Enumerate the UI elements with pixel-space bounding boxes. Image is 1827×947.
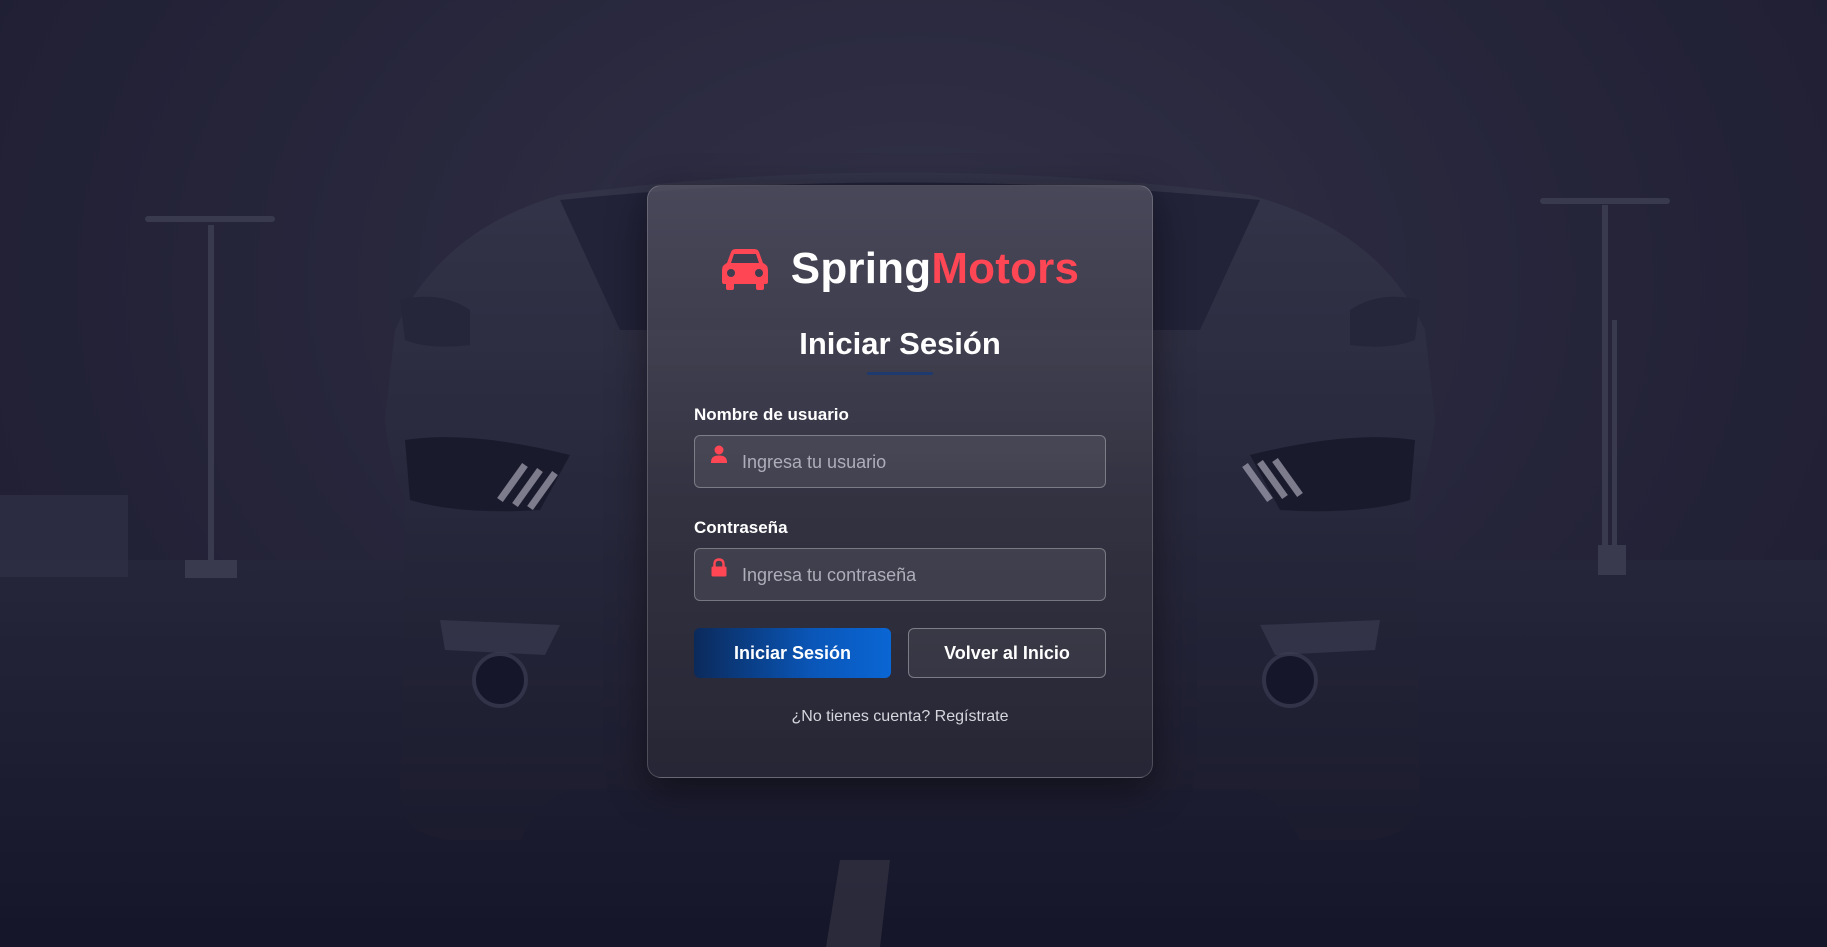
back-home-button[interactable]: Volver al Inicio (908, 628, 1106, 679)
form-actions: Iniciar Sesión Volver al Inicio (694, 628, 1106, 679)
car-icon (721, 249, 768, 290)
password-input[interactable] (740, 549, 1095, 603)
username-label: Nombre de usuario (694, 405, 849, 425)
page-title: Iniciar Sesión (799, 326, 1001, 361)
username-field (694, 435, 1106, 490)
login-page: SpringMotors Iniciar Sesión Nombre de us… (0, 0, 1827, 947)
register-link[interactable]: ¿No tienes cuenta? Regístrate (694, 708, 1106, 726)
login-card: SpringMotors Iniciar Sesión Nombre de us… (647, 185, 1153, 778)
lock-icon (711, 558, 727, 577)
login-button[interactable]: Iniciar Sesión (694, 628, 891, 679)
username-input[interactable] (740, 436, 1095, 490)
brand-logo: SpringMotors (694, 241, 1106, 297)
password-field (694, 548, 1106, 603)
password-label: Contraseña (694, 518, 788, 538)
title-underline (867, 372, 933, 376)
brand-name-accent: Motors (931, 244, 1080, 293)
brand-name-primary: Spring (790, 244, 932, 293)
user-icon (711, 445, 727, 464)
